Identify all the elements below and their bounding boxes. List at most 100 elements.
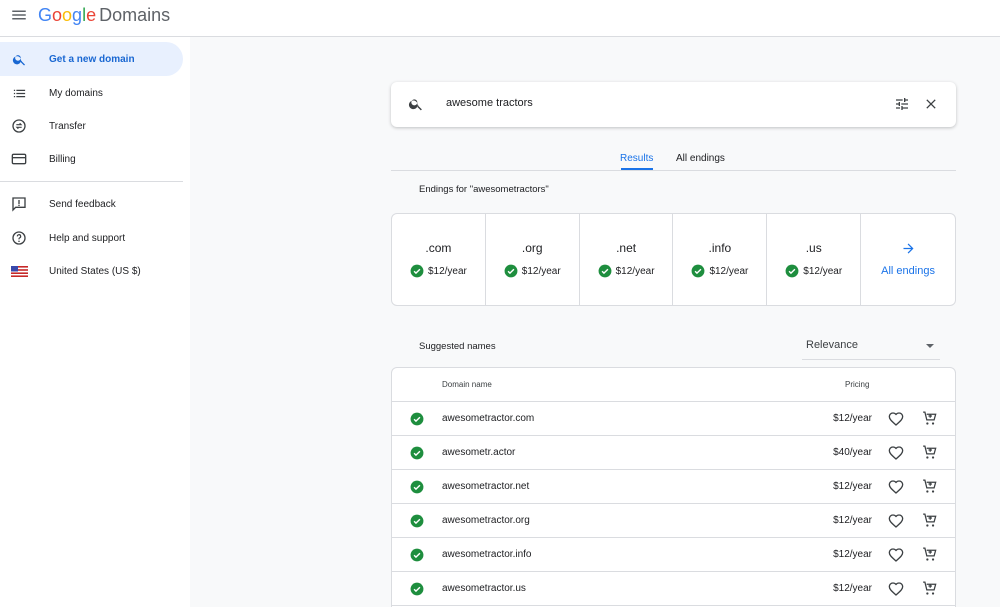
favorite-heart-icon[interactable] [888,581,904,602]
feedback-icon [10,195,28,213]
help-icon [10,229,28,247]
check-circle-icon [410,264,424,278]
available-check-icon [410,480,424,499]
domain-price: $12/year [833,583,872,594]
domain-price: $12/year [833,481,872,492]
ending-tld: .info [708,241,732,255]
suggested-names-table: Domain name Pricing awesometractor.com $1… [391,367,956,607]
domain-price: $40/year [833,447,872,458]
table-row[interactable]: awesometractor.org $12/year [392,504,955,538]
check-circle-icon [785,264,799,278]
ending-card-net[interactable]: .net $12/year [580,214,674,305]
check-circle-icon [598,264,612,278]
endings-header: Endings for "awesometractors" [419,184,549,195]
tab-all-endings[interactable]: All endings [676,153,725,164]
google-domains-logo[interactable]: Google Domains [38,4,170,26]
all-endings-link[interactable]: All endings [861,265,955,277]
sidebar-item-label: United States (US $) [49,265,141,277]
sidebar-item-label: Billing [49,153,76,165]
sidebar-item-get-new-domain[interactable]: Get a new domain [0,42,183,76]
sidebar-item-send-feedback[interactable]: Send feedback [0,187,183,221]
endings-cards: .com $12/year .org $12/year .net $12/yea… [391,213,956,306]
ending-tld: .org [521,241,543,255]
filter-tune-icon[interactable] [894,96,910,117]
ending-tld: .us [805,241,822,255]
dropdown-caret-icon [926,344,934,348]
available-check-icon [410,446,424,465]
domain-name[interactable]: awesometractor.us [442,583,526,594]
table-row[interactable]: awesometractor.info $12/year [392,538,955,572]
domain-name[interactable]: awesometractor.info [442,549,532,560]
domain-price: $12/year [833,413,872,424]
check-circle-icon [504,264,518,278]
sidebar-item-label: Get a new domain [49,53,135,65]
check-circle-icon [692,264,705,278]
menu-icon[interactable] [10,6,28,24]
sidebar-item-country[interactable]: United States (US $) [0,254,183,288]
add-to-cart-icon[interactable] [921,410,938,432]
domain-name[interactable]: awesometractor.net [442,481,529,492]
sidebar-item-label: Transfer [49,120,86,132]
sidebar-item-label: Send feedback [49,198,116,210]
sidebar-item-my-domains[interactable]: My domains [0,76,183,110]
domain-name[interactable]: awesometr.actor [442,447,515,458]
ending-card-com[interactable]: .com $12/year [392,214,486,305]
add-to-cart-icon[interactable] [921,478,938,500]
sidebar-item-label: Help and support [49,232,126,244]
tabs-divider [391,170,956,171]
table-row[interactable]: awesometr.actor $40/year [392,436,955,470]
ending-card-info[interactable]: .info $12/year [673,214,768,305]
table-row[interactable]: awesometractor.us $12/year [392,572,955,606]
suggested-names-header: Suggested names [419,341,496,352]
table-row[interactable]: awesometractor.net $12/year [392,470,955,504]
add-to-cart-icon[interactable] [921,512,938,534]
active-tab-indicator [621,168,653,170]
top-app-bar: Google Domains [0,0,1000,37]
sidebar-item-help[interactable]: Help and support [0,221,183,255]
sort-select-value: Relevance [806,339,858,351]
domain-search-box[interactable]: awesome tractors [391,82,956,127]
us-flag-icon [10,262,28,280]
table-row[interactable]: awesometractor.com $12/year [392,402,955,436]
search-input[interactable]: awesome tractors [446,97,533,109]
transfer-icon [10,117,28,135]
available-check-icon [410,582,424,601]
domain-price: $12/year [833,549,872,560]
add-to-cart-icon[interactable] [921,546,938,568]
clear-search-icon[interactable] [923,96,939,117]
ending-price: $12/year [767,264,860,278]
ending-price: $12/year [486,264,579,278]
favorite-heart-icon[interactable] [888,479,904,500]
arrow-forward-icon [861,241,955,261]
favorite-heart-icon[interactable] [888,445,904,466]
favorite-heart-icon[interactable] [888,547,904,568]
ending-card-us[interactable]: .us $12/year [767,214,862,305]
ending-tld: .com [425,241,452,255]
ending-price: $12/year [392,264,485,278]
sidebar-item-billing[interactable]: Billing [0,142,183,176]
list-icon [10,84,28,102]
table-header: Domain name Pricing [392,368,955,402]
available-check-icon [410,548,424,567]
sidebar: Get a new domain My domains Transfer Bil… [0,37,190,607]
column-header-pricing: Pricing [845,380,870,389]
all-endings-card[interactable]: All endings [861,214,955,305]
ending-tld: .net [616,241,637,255]
sidebar-item-transfer[interactable]: Transfer [0,109,183,143]
domain-name[interactable]: awesometractor.org [442,515,530,526]
search-icon [10,50,28,68]
favorite-heart-icon[interactable] [888,513,904,534]
search-icon [408,96,424,117]
sort-select[interactable]: Relevance [802,333,940,360]
domain-name[interactable]: awesometractor.com [442,413,534,424]
add-to-cart-icon[interactable] [921,444,938,466]
sidebar-item-label: My domains [49,87,103,99]
tab-results[interactable]: Results [620,153,653,164]
ending-card-org[interactable]: .org $12/year [486,214,580,305]
logo-google: Google [38,5,97,25]
domain-price: $12/year [833,515,872,526]
favorite-heart-icon[interactable] [888,411,904,432]
add-to-cart-icon[interactable] [921,580,938,602]
available-check-icon [410,514,424,533]
sidebar-divider [0,181,183,182]
